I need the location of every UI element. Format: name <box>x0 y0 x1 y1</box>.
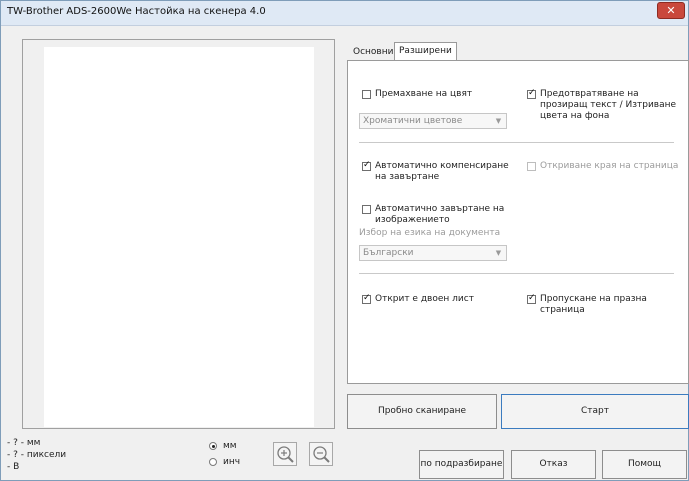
color-select-value: Хроматични цветове <box>363 116 463 126</box>
unit-inch-label: инч <box>223 457 241 467</box>
double-feed-checkbox[interactable] <box>362 293 371 304</box>
close-button[interactable]: ✕ <box>657 2 685 19</box>
size-mm-readout: - ? - мм <box>7 438 41 448</box>
color-select[interactable]: Хроматични цветове ▼ <box>359 113 507 129</box>
tab-advanced[interactable]: Разширени <box>394 42 457 62</box>
language-caption: Избор на езика на документа <box>359 228 501 238</box>
zoom-in-button[interactable] <box>273 442 297 466</box>
tab-basic[interactable]: Основни <box>349 44 397 60</box>
unit-inch-radio[interactable] <box>209 458 217 466</box>
auto-rotate-label: Автоматично завъртане на изображението <box>375 204 505 225</box>
zoom-out-button[interactable] <box>309 442 333 466</box>
zoom-out-icon <box>313 446 330 463</box>
advanced-tab-panel: Премахване на цвят Хроматични цветове ▼ … <box>347 60 689 384</box>
edge-detect-checkbox[interactable] <box>527 162 536 171</box>
window-title: TW-Brother ADS-2600We Настойка на скенер… <box>7 6 266 17</box>
remove-color-checkbox[interactable] <box>362 90 371 99</box>
language-select-value: Български <box>363 248 414 258</box>
unit-mm-radio[interactable] <box>209 442 217 450</box>
auto-deskew-checkbox[interactable] <box>362 160 371 171</box>
size-pixels-readout: - ? - пиксели <box>7 450 67 460</box>
bleed-through-checkbox[interactable] <box>527 88 536 99</box>
unit-mm-label: мм <box>223 441 237 451</box>
scanner-settings-window: TW-Brother ADS-2600We Настойка на скенер… <box>0 0 689 481</box>
chevron-down-icon: ▼ <box>495 117 502 125</box>
section-divider <box>359 273 674 274</box>
help-button[interactable]: Помощ <box>602 450 687 479</box>
default-button[interactable]: по подразбиране <box>419 450 504 479</box>
bleed-through-label: Предотвратяване на прозиращ текст / Изтр… <box>540 89 677 121</box>
skip-blank-checkbox[interactable] <box>527 293 536 304</box>
title-bar: TW-Brother ADS-2600We Настойка на скенер… <box>1 1 688 26</box>
preview-area <box>22 39 335 429</box>
chevron-down-icon: ▼ <box>495 249 502 257</box>
section-divider <box>359 142 674 143</box>
size-bytes-readout: - B <box>7 462 20 472</box>
double-feed-label: Открит е двоен лист <box>375 294 474 304</box>
auto-deskew-label: Автоматично компенсиране на завъртане <box>375 161 509 182</box>
zoom-in-icon <box>277 446 294 463</box>
start-button[interactable]: Старт <box>501 394 689 429</box>
cancel-button[interactable]: Отказ <box>511 450 596 479</box>
skip-blank-label: Пропускане на празна страница <box>540 294 647 315</box>
language-select[interactable]: Български ▼ <box>359 245 507 261</box>
preview-page <box>44 47 314 427</box>
trial-scan-button[interactable]: Пробно сканиране <box>347 394 497 429</box>
auto-rotate-checkbox[interactable] <box>362 205 371 214</box>
remove-color-label: Премахване на цвят <box>375 89 473 99</box>
edge-detect-label: Откриване края на страница <box>540 161 679 171</box>
